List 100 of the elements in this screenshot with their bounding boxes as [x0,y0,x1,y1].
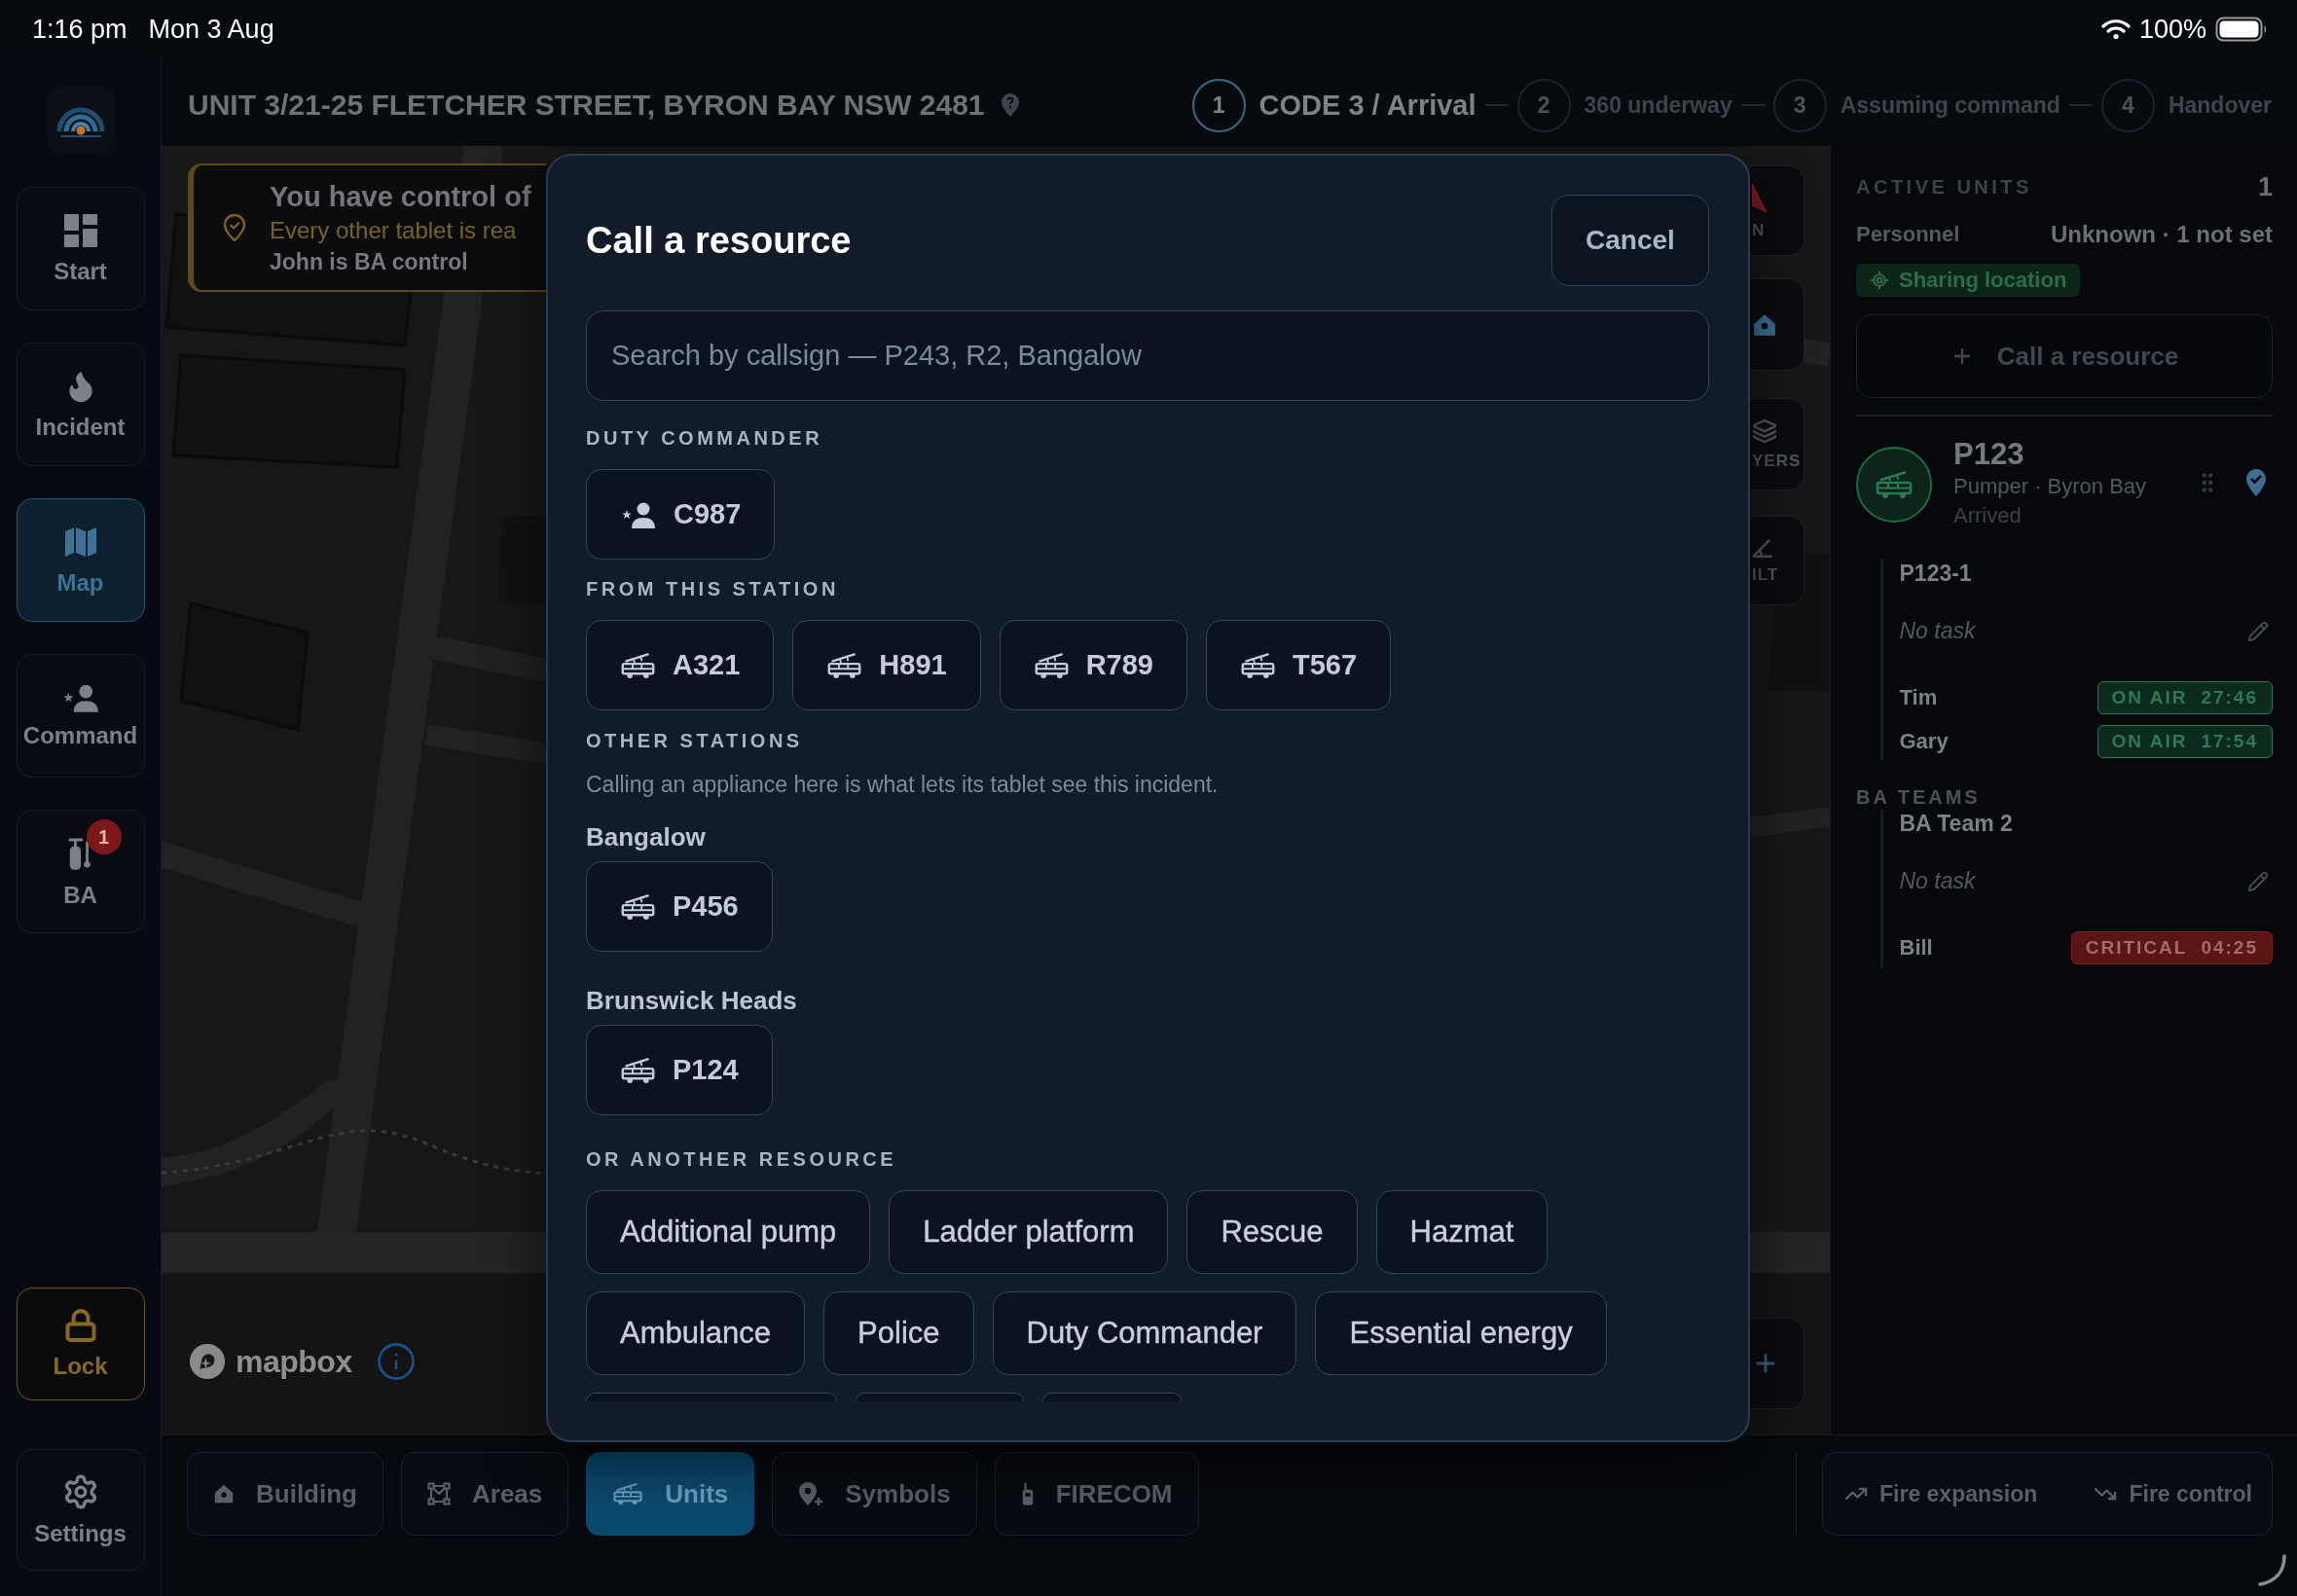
resource-option[interactable]: Duty Commander [992,1291,1297,1375]
corner-arc-icon [2258,1554,2286,1586]
tool-button[interactable]: Areas [401,1452,569,1536]
lock-button[interactable]: Lock [16,1288,145,1400]
task-text: No task [1899,868,1976,894]
home-button[interactable] [1750,278,1805,371]
status-date: Mon 3 Aug [148,14,274,45]
crew-name: BA Team 2 [1899,809,2014,837]
section-note: Calling an appliance here is what lets its tablet see this incident. [586,771,1220,798]
house-icon [213,1483,235,1505]
nav-button[interactable]: Command [16,654,145,778]
compass-arrow-icon [1752,181,1768,213]
station-name: Bangalow [586,822,707,852]
node-square-icon [427,1482,451,1505]
wifi-icon [2100,18,2131,40]
battery-percent: 100% [2138,14,2206,45]
unit-callsign: P123 [1953,436,2025,472]
step-number: 4 [2100,78,2155,132]
step-number: 3 [1772,78,1827,132]
person-star-icon [620,500,657,528]
zoom-in-button[interactable] [1750,1318,1805,1409]
section-heading: BA TEAMS [1856,784,1982,810]
task-text: No task [1899,618,1976,644]
info-icon[interactable] [375,1341,417,1382]
step-label: Assuming command [1840,91,2060,119]
attribution-text: mapbox [236,1343,352,1380]
pin-plus-icon [798,1481,824,1506]
resource-chip[interactable]: R789 [999,620,1187,710]
member-name: Bill [1899,934,1933,961]
resource-chip[interactable]: T567 [1206,620,1392,710]
resource-chip[interactable]: H891 [792,620,981,710]
step-label: Handover [2168,91,2272,119]
member-name: Tim [1899,684,1938,710]
arcs-logo-icon [46,86,115,154]
air-time-badge: ON AIR 17:54 [2096,724,2273,758]
search-field[interactable]: Search by callsign — P243, R2, Bangalow [586,310,1709,401]
resource-option[interactable]: Ladder platform [889,1190,1169,1274]
fire-truck-icon [826,651,863,679]
resource-option[interactable]: Police [823,1291,974,1375]
dialog-title: Call a resource [586,219,852,262]
fire-truck-icon [620,651,656,679]
station-name: Brunswick Heads [586,986,798,1015]
banner-title: You have control of [270,180,531,214]
pencil-icon[interactable] [2247,870,2269,892]
dashboard-grid-icon [62,212,98,248]
section-heading: ACTIVE UNITS [1856,175,2032,200]
fire-action-button[interactable]: Fire control [2094,1480,2252,1507]
personnel-value: Unknown · 1 not set [2051,221,2273,248]
tool-button[interactable]: Building [187,1452,383,1536]
section-heading: DUTY COMMANDER [586,426,824,450]
crew-name: P123-1 [1899,559,1973,587]
fire-truck-icon [1240,651,1276,679]
member-name: Gary [1899,728,1949,754]
step-label: CODE 3 / Arrival [1258,89,1477,122]
fire-truck-icon [620,1056,656,1084]
resource-chip[interactable]: C987 [586,469,776,560]
resource-chip[interactable]: A321 [586,620,775,710]
step-label: 360 underway [1584,91,1732,119]
resource-option[interactable]: Ambulance [586,1291,806,1375]
incident-address: UNIT 3/21-25 FLETCHER STREET, BYRON BAY NSW 2481 [188,89,985,122]
walkie-talkie-icon [1020,1481,1035,1506]
nav-button[interactable]: BA 1 [16,810,145,933]
crosshair-icon [1870,271,1889,290]
pin-check-icon [223,213,246,242]
tilt-angle-icon [1752,536,1773,558]
cancel-button[interactable]: Cancel [1551,195,1709,286]
resource-option[interactable]: Rescue [1186,1190,1358,1274]
section-heading: OTHER STATIONS [586,729,804,752]
nav-button[interactable]: Map [16,498,145,622]
air-time-badge: ON AIR 27:46 [2096,680,2273,714]
step-number: 2 [1516,78,1571,132]
attribution-logo-icon [189,1343,226,1380]
step-number: 1 [1191,78,1246,132]
settings-button[interactable]: Settings [16,1449,145,1571]
status-time: 1:16 pm [32,14,128,45]
section-heading: OR ANOTHER RESOURCE [586,1147,898,1171]
nav-button[interactable]: Incident [16,343,145,466]
resource-chip[interactable]: P456 [586,861,773,952]
section-heading: FROM THIS STATION [586,577,840,600]
resource-option[interactable]: Essential energy [1315,1291,1607,1375]
banner-note: John is BA control [270,248,469,276]
map-pin-icon [1000,92,1020,118]
air-time-badge: CRITICAL 04:25 [2070,930,2273,964]
location-text: Sharing location [1899,268,2067,293]
fire-truck-icon [620,892,656,921]
fire-truck-icon [612,1482,644,1505]
battery-icon [2215,17,2268,42]
count-badge: 1 [86,819,122,854]
fire-truck-icon [1033,651,1070,679]
nav-button[interactable]: Start [16,187,145,310]
unit-count: 1 [2257,174,2273,200]
personnel-label: Personnel [1856,222,1960,247]
fire-action-button[interactable]: Fire expansion [1844,1480,2038,1507]
layers-icon [1752,417,1777,444]
resource-option[interactable]: Hazmat [1375,1190,1549,1274]
pencil-icon[interactable] [2247,620,2269,642]
resource-option[interactable]: Additional pump [586,1190,871,1274]
unit-status: Arrived [1953,501,2023,529]
resource-chip[interactable]: P124 [586,1025,773,1115]
tool-button[interactable]: Units [586,1452,755,1536]
